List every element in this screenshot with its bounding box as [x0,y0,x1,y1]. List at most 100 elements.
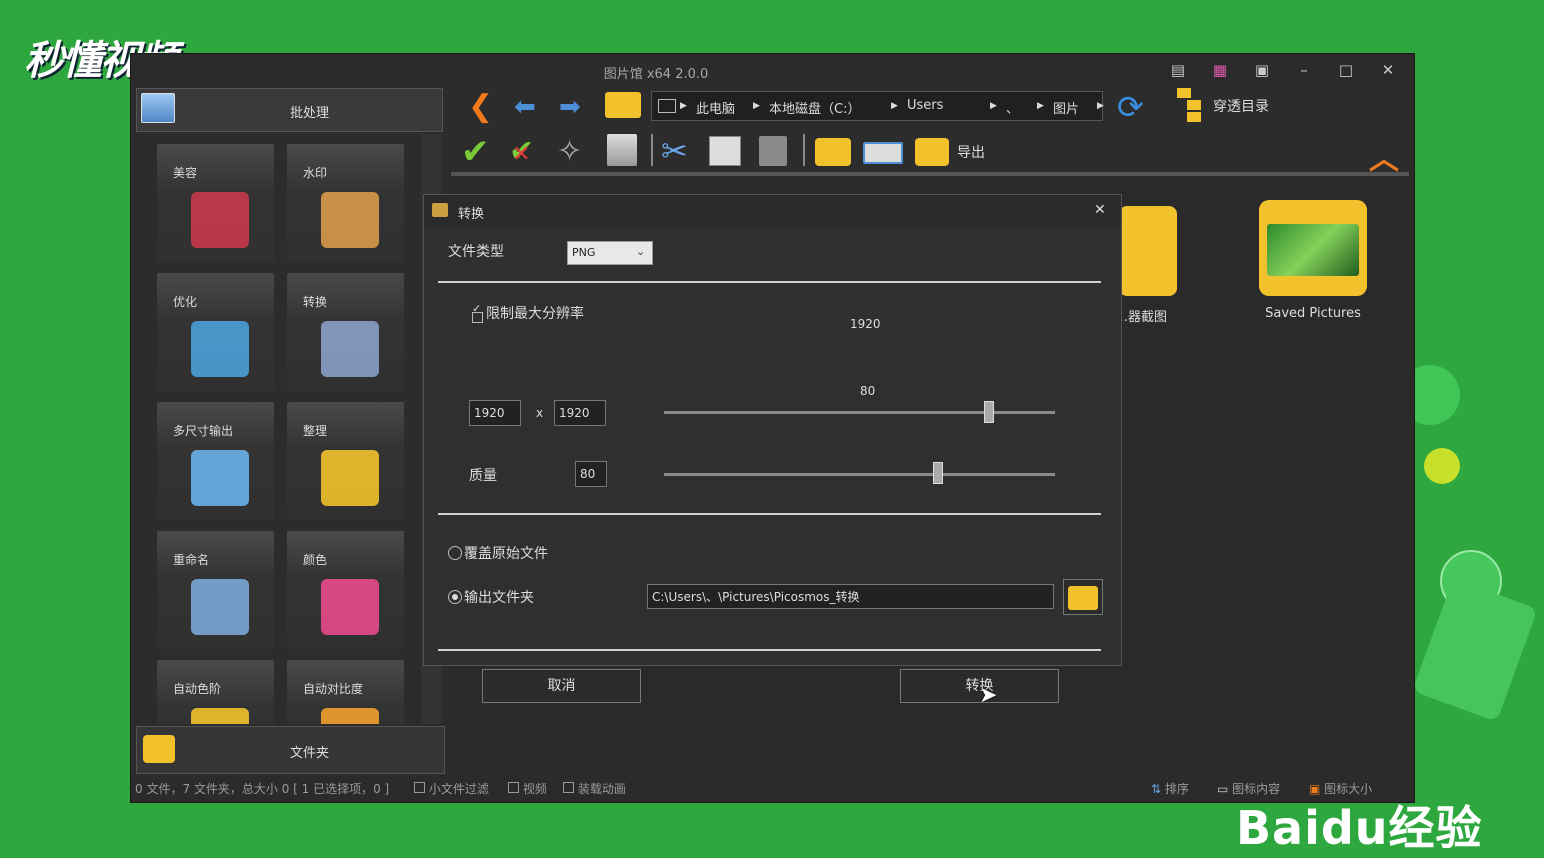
copy-icon[interactable] [709,136,741,166]
export-button[interactable]: 导出 [957,142,985,162]
rename-icon [191,579,249,635]
close-button[interactable]: ✕ [1379,61,1397,79]
output-folder-radio[interactable] [448,590,462,604]
makeup-icon [191,192,249,248]
tool-tile-label: 自动色阶 [173,682,222,696]
check-cross-icon[interactable]: ✔✕ [509,134,553,169]
trash-icon[interactable] [607,134,637,166]
computer-icon [658,99,676,113]
resolution-slider-thumb[interactable] [983,401,994,423]
browse-folder-button[interactable] [1063,579,1103,615]
deco-tag [1412,578,1538,722]
folder-label: 文件夹 [289,746,329,761]
back-orange-icon[interactable]: ❮ [468,89,493,124]
crumb-separator-icon[interactable]: ▶ [680,101,687,111]
optimize-icon [191,321,249,377]
folder-header[interactable]: 文件夹 [136,726,445,774]
crumb-separator-icon[interactable]: ▶ [1037,101,1044,111]
tool-tile-label: 转换 [303,295,328,309]
quality-slider-value-label: 80 [860,384,876,398]
convert-icon [432,203,448,217]
load-animation-label: 装载动画 [577,782,626,796]
overwrite-radio[interactable] [448,546,462,560]
export-icon[interactable] [915,138,949,166]
tool-tile-label: 重命名 [173,553,210,567]
folder-thumbnail[interactable] [1119,206,1177,296]
video-toggle[interactable]: 视频 [508,780,547,797]
breadcrumb-item[interactable]: 此电脑 [696,98,735,117]
through-dir-icon [1173,88,1207,122]
tool-tile[interactable]: 颜色 [287,531,404,649]
breadcrumb-item[interactable]: 本地磁盘（C:） [769,98,860,117]
monitor-icon[interactable]: ▣ [1253,61,1271,79]
crumb-separator-icon[interactable]: ▶ [990,101,997,111]
tool-tile[interactable]: 转换 [287,273,404,391]
resolution-slider[interactable] [664,411,1055,414]
icon-size-button[interactable]: ▣ 图标大小 [1309,780,1372,797]
width-input[interactable]: 1920 [469,400,521,426]
tool-tile[interactable]: 整理 [287,402,404,520]
grid-view-icon[interactable]: ▦ [1211,61,1229,79]
tool-tile[interactable]: 多尺寸输出 [157,402,274,520]
tools-icon[interactable]: ✧ [557,134,582,169]
toolbar-separator [803,134,805,166]
refresh-icon[interactable]: ⟳ [1117,88,1144,126]
tool-tile-label: 优化 [173,295,198,309]
paste-icon[interactable] [759,136,787,166]
crumb-separator-icon[interactable]: ▶ [891,101,898,111]
auto-contrast-icon [321,708,379,724]
saved-pictures-folder[interactable] [1259,200,1367,296]
through-dir-button[interactable]: 穿透目录 [1213,96,1269,116]
output-path-input[interactable]: C:\Users\、\Pictures\Picosmos_转换 [647,584,1054,609]
breadcrumb-item[interactable]: 、 [1006,98,1019,117]
crumb-separator-icon[interactable]: ▶ [1097,101,1104,111]
load-animation-toggle[interactable]: 装载动画 [563,780,626,797]
tool-tile[interactable]: 美容 [157,144,274,262]
quality-slider[interactable] [664,473,1055,476]
checkbox-icon [563,782,574,793]
checkmark-icon: ✓ [472,302,482,315]
check-icon[interactable]: ✔ [461,132,490,172]
radio-dot-icon [452,594,458,600]
maximize-button[interactable]: □ [1337,61,1355,79]
quality-input[interactable]: 80 [575,461,607,487]
page-view-icon[interactable]: ▤ [1169,61,1187,79]
organize-icon [321,450,379,506]
status-bar: 0 文件，7 文件夹，总大小 0 [ 1 已选择项，0 ] 小文件过滤 视频 装… [131,774,1414,802]
overwrite-label: 覆盖原始文件 [464,546,548,562]
quality-slider-thumb[interactable] [932,462,943,484]
dialog-close-button[interactable]: ✕ [1094,202,1106,218]
quality-label: 质量 [469,468,497,484]
new-folder-icon[interactable] [815,138,851,166]
convert-icon [321,321,379,377]
sort-button[interactable]: ⇅ 排序 [1151,780,1189,797]
tool-tile[interactable]: 重命名 [157,531,274,649]
back-arrow-icon[interactable]: ⬅ [514,92,536,122]
batch-header[interactable]: 批处理 [136,88,443,132]
cut-icon[interactable]: ✂ [661,132,688,170]
small-file-filter-toggle[interactable]: 小文件过滤 [414,780,489,797]
breadcrumb-item[interactable]: 图片 [1053,98,1079,117]
res-slider-value-label: 1920 [850,317,881,331]
height-input[interactable]: 1920 [554,400,606,426]
address-bar[interactable]: ▶ 此电脑 ▶ 本地磁盘（C:） ▶ Users ▶ 、 ▶ 图片 ▶ [651,91,1104,121]
tool-tile[interactable]: 优化 [157,273,274,391]
output-folder-label: 输出文件夹 [464,590,534,606]
icon-content-button[interactable]: ▭ 图标内容 [1217,780,1280,797]
crumb-separator-icon[interactable]: ▶ [753,101,760,111]
minimize-button[interactable]: – [1295,61,1313,79]
icon-size-label: 图标大小 [1324,782,1373,796]
icon-content-label: 图标内容 [1232,782,1281,796]
title-bar: 图片馆 x64 2.0.0 ▤ ▦ ▣ – □ ✕ [131,54,1414,87]
up-folder-icon[interactable] [605,92,641,118]
cancel-button[interactable]: 取消 [482,669,641,703]
breadcrumb-item[interactable]: Users [907,98,943,113]
rename-icon[interactable] [863,142,903,164]
file-type-select[interactable]: PNG ⌄ [567,241,653,265]
dialog-title: 转换 [458,207,485,222]
tool-tile[interactable]: 水印 [287,144,404,262]
forward-arrow-icon[interactable]: ➡ [559,92,581,122]
tool-tile[interactable]: 自动对比度 [287,660,404,724]
tool-tile[interactable]: 自动色阶 [157,660,274,724]
sort-icon: ⇅ [1151,782,1162,796]
